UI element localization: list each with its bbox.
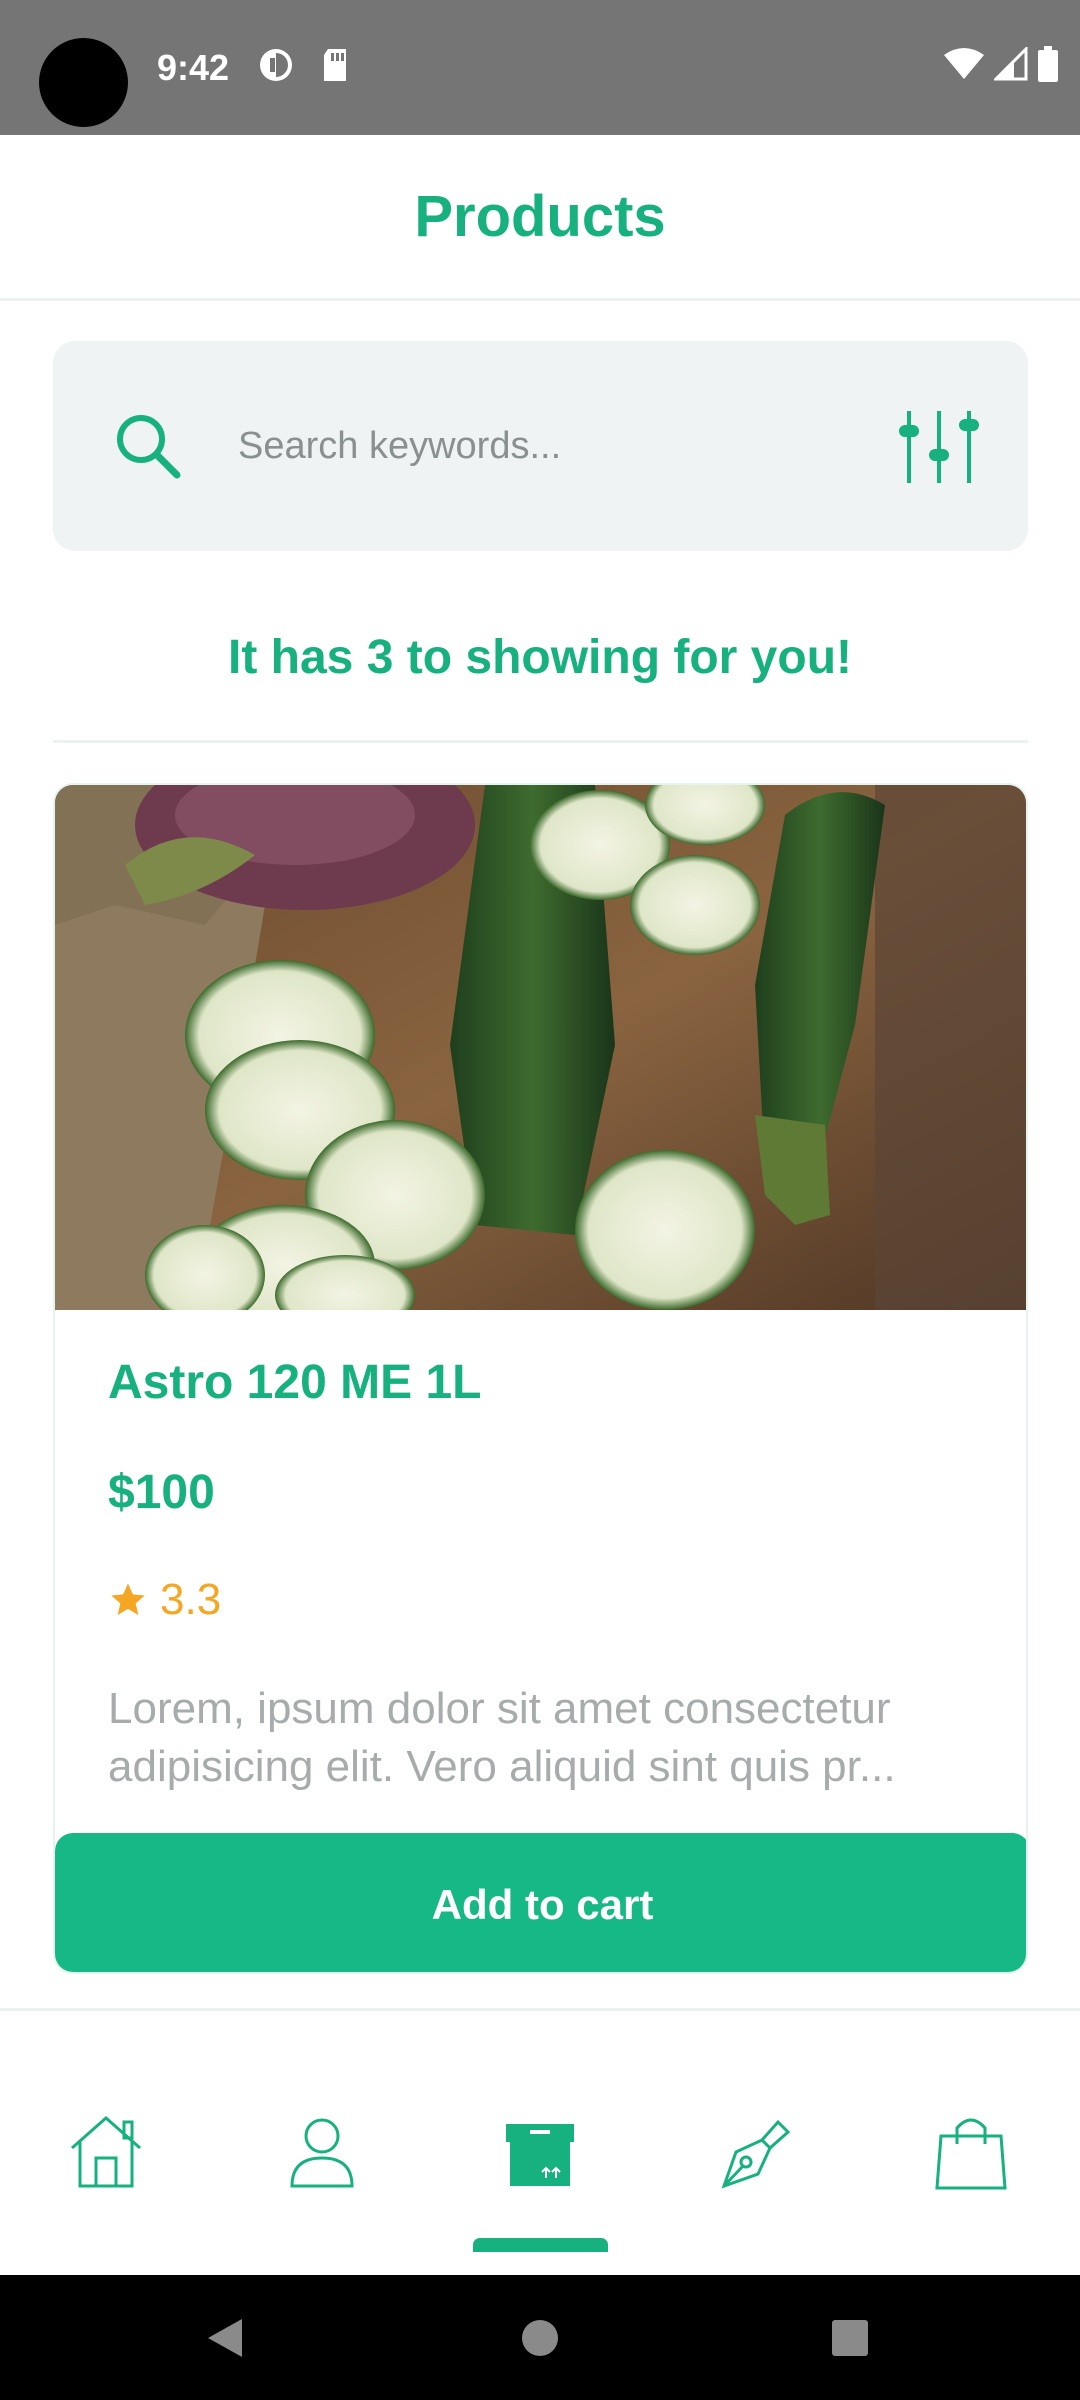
results-count-text: It has 3 to showing for you! — [228, 631, 852, 684]
camera-cutout — [39, 38, 128, 127]
product-rating: 3.3 — [108, 1575, 221, 1625]
home-button[interactable] — [480, 2275, 600, 2400]
sd-card-icon — [324, 49, 346, 81]
page-title: Products — [414, 184, 666, 249]
bottom-navigation — [0, 2008, 1080, 2275]
back-triangle-icon — [208, 2318, 242, 2357]
active-tab-indicator — [473, 2238, 608, 2252]
nav-blog[interactable] — [711, 2107, 801, 2197]
nav-profile[interactable] — [277, 2107, 367, 2197]
search-input[interactable] — [238, 411, 878, 481]
home-icon — [71, 2115, 141, 2188]
divider — [53, 740, 1028, 743]
product-name[interactable]: Astro 120 ME 1L — [108, 1355, 481, 1410]
star-icon — [111, 1583, 145, 1615]
box-icon — [506, 2124, 574, 2186]
nav-cart[interactable] — [926, 2107, 1016, 2197]
shopping-bag-icon — [935, 2118, 1007, 2190]
nav-products[interactable] — [495, 2107, 585, 2197]
status-time: 9:42 — [157, 47, 230, 88]
filter-sliders-icon[interactable] — [891, 399, 987, 495]
pen-icon — [721, 2119, 791, 2189]
back-button[interactable] — [165, 2275, 285, 2400]
zucchini-image — [55, 785, 1026, 1310]
product-price: $100 — [108, 1466, 215, 1519]
search-icon[interactable] — [111, 409, 183, 481]
data-saver-icon — [260, 49, 292, 81]
status-bar: 9:42 — [0, 0, 1080, 135]
app-header: Products — [0, 135, 1080, 301]
recents-button[interactable] — [790, 2275, 910, 2400]
wifi-icon — [944, 48, 984, 79]
product-description: Lorem, ipsum dolor sit amet consectetur … — [108, 1684, 896, 1791]
search-bar — [53, 341, 1028, 551]
battery-icon — [1038, 46, 1058, 82]
signal-icon — [994, 47, 1028, 81]
nav-home[interactable] — [61, 2107, 151, 2197]
system-navigation-bar — [0, 2275, 1080, 2400]
add-to-cart-button[interactable]: Add to cart — [55, 1833, 1026, 1972]
user-icon — [290, 2118, 354, 2188]
product-card[interactable]: Astro 120 ME 1L $100 3.3 Lorem, ipsum do… — [53, 783, 1028, 1974]
home-circle-icon — [522, 2319, 558, 2356]
rating-value: 3.3 — [160, 1575, 222, 1624]
recents-square-icon — [832, 2319, 868, 2356]
